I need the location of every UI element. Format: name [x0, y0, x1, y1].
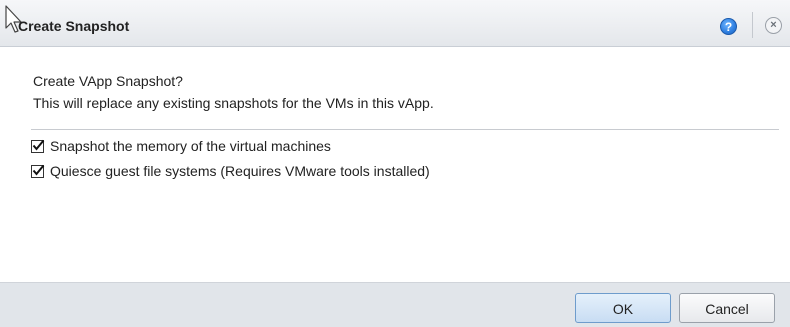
close-icon[interactable]: × — [765, 17, 782, 34]
snapshot-memory-label: Snapshot the memory of the virtual machi… — [50, 138, 331, 154]
quiesce-guest-checkbox[interactable] — [31, 164, 45, 178]
question-text: Create VApp Snapshot? — [33, 73, 183, 89]
checkmark-icon — [32, 139, 45, 151]
help-icon[interactable]: ? — [720, 18, 737, 35]
dialog-footer: OK Cancel — [0, 282, 790, 327]
divider — [31, 129, 779, 130]
dialog-title: Create Snapshot — [18, 18, 130, 34]
description-text: This will replace any existing snapshots… — [33, 95, 434, 111]
option-snapshot-memory[interactable]: Snapshot the memory of the virtual machi… — [31, 137, 331, 155]
titlebar-separator — [752, 12, 753, 38]
snapshot-memory-checkbox[interactable] — [31, 139, 45, 153]
dialog-titlebar[interactable]: Create Snapshot ? × — [0, 0, 790, 47]
cancel-button[interactable]: Cancel — [679, 293, 775, 323]
option-quiesce-guest[interactable]: Quiesce guest file systems (Requires VMw… — [31, 162, 430, 180]
ok-button[interactable]: OK — [575, 293, 671, 323]
checkmark-icon — [32, 164, 45, 176]
create-snapshot-dialog: Create Snapshot ? × Create VApp Snapshot… — [0, 0, 790, 327]
quiesce-guest-label: Quiesce guest file systems (Requires VMw… — [50, 163, 430, 179]
